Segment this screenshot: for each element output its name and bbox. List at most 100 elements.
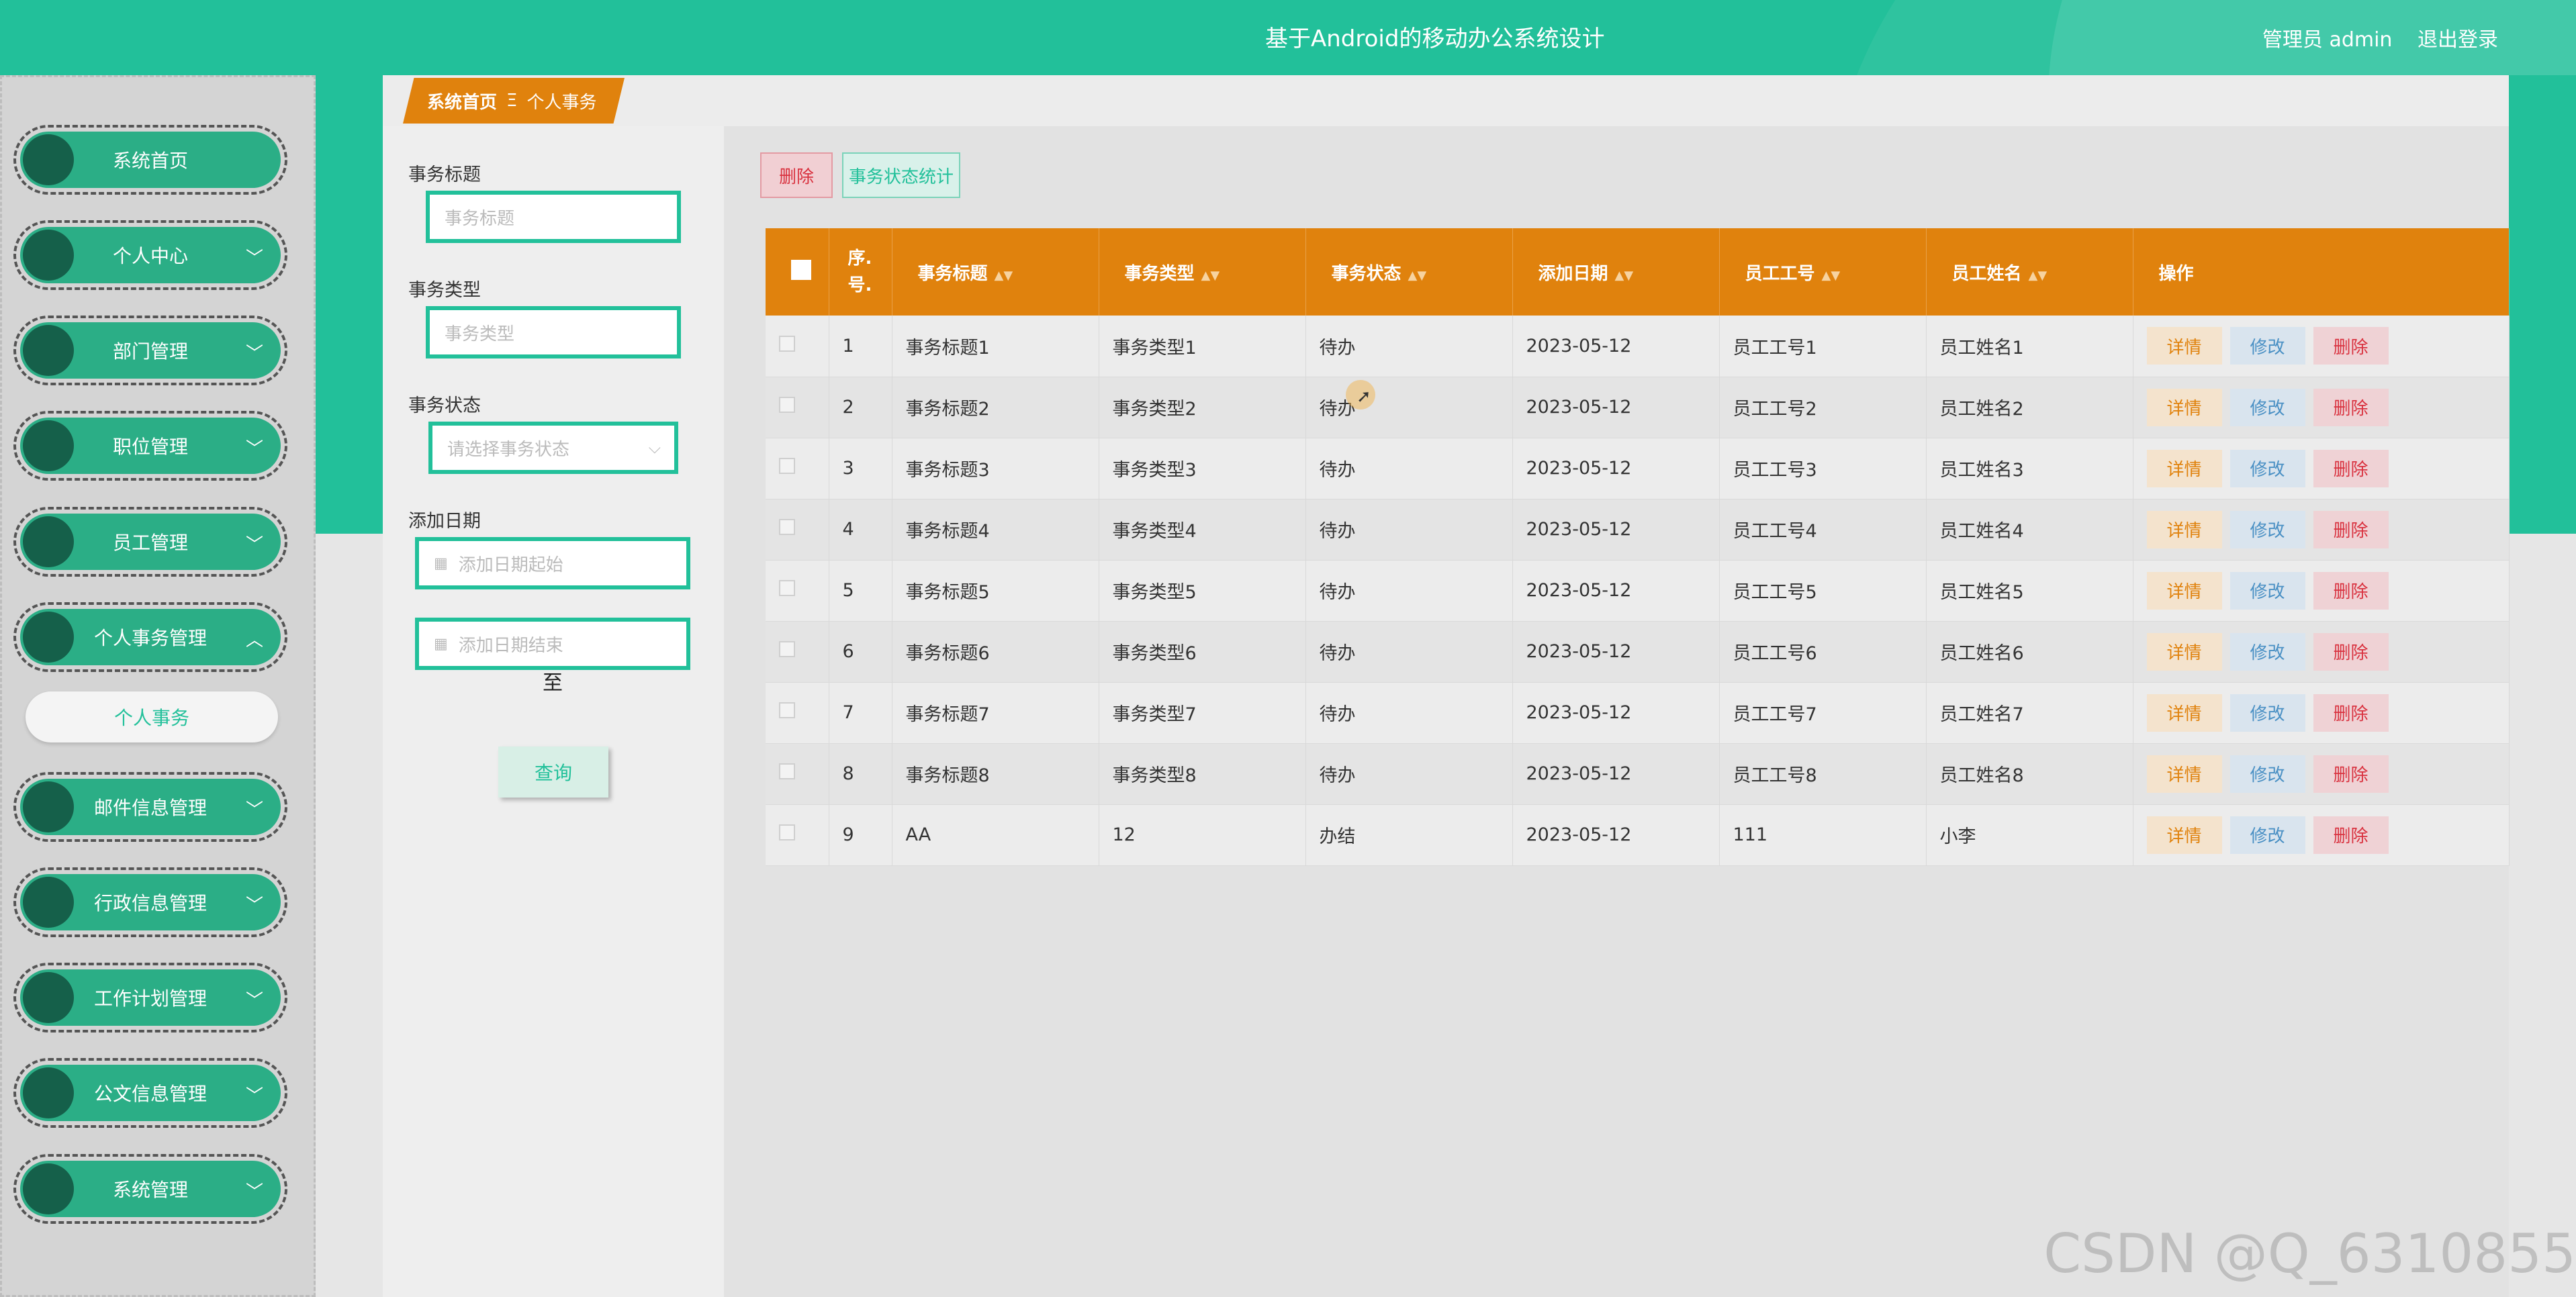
sidebar-item-pill: 个人事务管理 ︿ [20,609,281,665]
table-row: 8 事务标题8 事务类型8 待办 2023-05-12 员工工号8 员工姓名8 详情 修改 删除 [766,743,2510,804]
column-header-emp-no[interactable]: 员工工号 ▲▼ [1719,228,1927,316]
status-stats-button[interactable]: 事务状态统计 [842,152,960,198]
row-checkbox[interactable] [779,824,795,840]
sidebar-item-work-plan[interactable]: 工作计划管理 ﹀ [13,963,287,1032]
row-actions: 详情 修改 删除 [2133,316,2510,377]
detail-button[interactable]: 详情 [2146,327,2222,365]
date-end-input[interactable]: ▦ 添加日期结束 [415,618,690,670]
cell-type: 事务类型1 [1099,316,1306,377]
detail-button[interactable]: 详情 [2146,816,2222,854]
delete-button[interactable]: 删除 [2313,571,2389,610]
sidebar-item-personal-center[interactable]: 个人中心 ﹀ [13,220,287,290]
sidebar-item-pill: 系统首页 [20,132,281,188]
cell-date: 2023-05-12 [1512,682,1720,743]
row-checkbox[interactable] [779,519,795,535]
table-row: 4 事务标题4 事务类型4 待办 2023-05-12 员工工号4 员工姓名4 详情 修改 删除 [766,499,2510,560]
cell-status: 待办 [1305,682,1513,743]
title-filter-input[interactable]: 事务标题 [426,191,681,243]
row-checkbox[interactable] [779,335,795,352]
delete-button[interactable]: 删除 [2313,693,2389,732]
sort-icon[interactable]: ▲▼ [1822,269,1841,283]
delete-button[interactable]: 删除 [2313,327,2389,365]
sort-icon[interactable]: ▲▼ [995,269,1013,283]
detail-button[interactable]: 详情 [2146,388,2222,426]
sidebar-item-position[interactable]: 职位管理 ﹀ [13,411,287,481]
chevron-down-icon: ﹀ [245,1086,263,1106]
breadcrumb-separator-icon: Ξ [506,91,518,111]
detail-button[interactable]: 详情 [2146,571,2222,610]
query-button[interactable]: 查询 [498,747,608,798]
detail-button[interactable]: 详情 [2146,632,2222,671]
sort-icon[interactable]: ▲▼ [1408,269,1427,283]
detail-button[interactable]: 详情 [2146,693,2222,732]
cell-emp-no: 员工工号4 [1719,499,1927,560]
column-header-type[interactable]: 事务类型 ▲▼ [1099,228,1306,316]
sort-icon[interactable]: ▲▼ [1201,269,1220,283]
delete-button[interactable]: 删除 [2313,510,2389,548]
sort-icon[interactable]: ▲▼ [2029,269,2048,283]
sidebar-item-personal-affairs[interactable]: 个人事务管理 ︿ [13,602,287,672]
status-filter-select[interactable]: 请选择事务状态 ⌵ [428,422,678,474]
sort-icon[interactable]: ▲▼ [1615,269,1634,283]
column-header-date[interactable]: 添加日期 ▲▼ [1512,228,1720,316]
cell-title: 事务标题7 [892,682,1099,743]
detail-button[interactable]: 详情 [2146,510,2222,548]
chevron-down-icon: ﹀ [245,248,263,269]
sidebar-item-employee[interactable]: 员工管理 ﹀ [13,507,287,577]
sidebar-item-department[interactable]: 部门管理 ﹀ [13,316,287,385]
edit-button[interactable]: 修改 [2229,755,2305,793]
table-row: 1 事务标题1 事务类型1 待办 2023-05-12 员工工号1 员工姓名1 详情 修改 删除 [766,316,2510,377]
detail-button[interactable]: 详情 [2146,449,2222,487]
cell-title: 事务标题2 [892,377,1099,438]
cell-emp-name: 员工姓名2 [1926,377,2133,438]
edit-button[interactable]: 修改 [2229,327,2305,365]
logout-link[interactable]: 退出登录 [2418,28,2498,52]
sidebar-item-home[interactable]: 系统首页 [13,125,287,195]
row-checkbox[interactable] [779,580,795,596]
sidebar-item-document[interactable]: 公文信息管理 ﹀ [13,1058,287,1128]
sidebar-item-admin-info[interactable]: 行政信息管理 ﹀ [13,867,287,937]
row-checkbox[interactable] [779,458,795,474]
row-actions: 详情 修改 删除 [2133,621,2510,682]
column-header-label: 事务状态 [1331,263,1401,284]
edit-button[interactable]: 修改 [2229,571,2305,610]
row-checkbox[interactable] [779,397,795,413]
date-start-input[interactable]: ▦ 添加日期起始 [415,537,690,589]
type-filter-input[interactable]: 事务类型 [426,306,681,358]
sidebar-item-mail[interactable]: 邮件信息管理 ﹀ [13,772,287,842]
row-actions: 详情 修改 删除 [2133,377,2510,438]
delete-button[interactable]: 删除 [2313,755,2389,793]
sidebar-item-system[interactable]: 系统管理 ﹀ [13,1154,287,1224]
cell-status: 办结 [1305,804,1513,865]
app-title: 基于Android的移动办公系统设计 [1265,26,1605,52]
edit-button[interactable]: 修改 [2229,449,2305,487]
cell-date: 2023-05-12 [1512,621,1720,682]
table-row: 2 事务标题2 事务类型2 待办 2023-05-12 员工工号2 员工姓名2 详情 修改 删除 [766,377,2510,438]
sidebar-item-pill: 系统管理 ﹀ [20,1161,281,1217]
edit-button[interactable]: 修改 [2229,388,2305,426]
delete-button[interactable]: 删除 [2313,816,2389,854]
row-checkbox-cell [766,743,829,804]
edit-button[interactable]: 修改 [2229,816,2305,854]
batch-delete-button[interactable]: 删除 [760,152,833,198]
cell-type: 事务类型7 [1099,682,1306,743]
delete-button[interactable]: 删除 [2313,632,2389,671]
edit-button[interactable]: 修改 [2229,632,2305,671]
row-checkbox[interactable] [779,763,795,779]
breadcrumb-home[interactable]: 系统首页 [427,89,497,113]
column-header-emp-name[interactable]: 员工姓名 ▲▼ [1926,228,2133,316]
row-checkbox[interactable] [779,702,795,718]
sidebar-subitem-personal-affairs[interactable]: 个人事务 [26,691,278,742]
edit-button[interactable]: 修改 [2229,510,2305,548]
detail-button[interactable]: 详情 [2146,755,2222,793]
column-header-status[interactable]: 事务状态 ▲▼ [1305,228,1513,316]
row-checkbox[interactable] [779,641,795,657]
select-all-checkbox[interactable] [766,228,829,316]
column-header-title[interactable]: 事务标题 ▲▼ [892,228,1099,316]
cell-title: 事务标题3 [892,438,1099,499]
delete-button[interactable]: 删除 [2313,388,2389,426]
breadcrumb: 系统首页 Ξ 个人事务 [403,78,625,124]
edit-button[interactable]: 修改 [2229,693,2305,732]
delete-button[interactable]: 删除 [2313,449,2389,487]
sidebar-item-label: 公文信息管理 [93,1083,207,1105]
